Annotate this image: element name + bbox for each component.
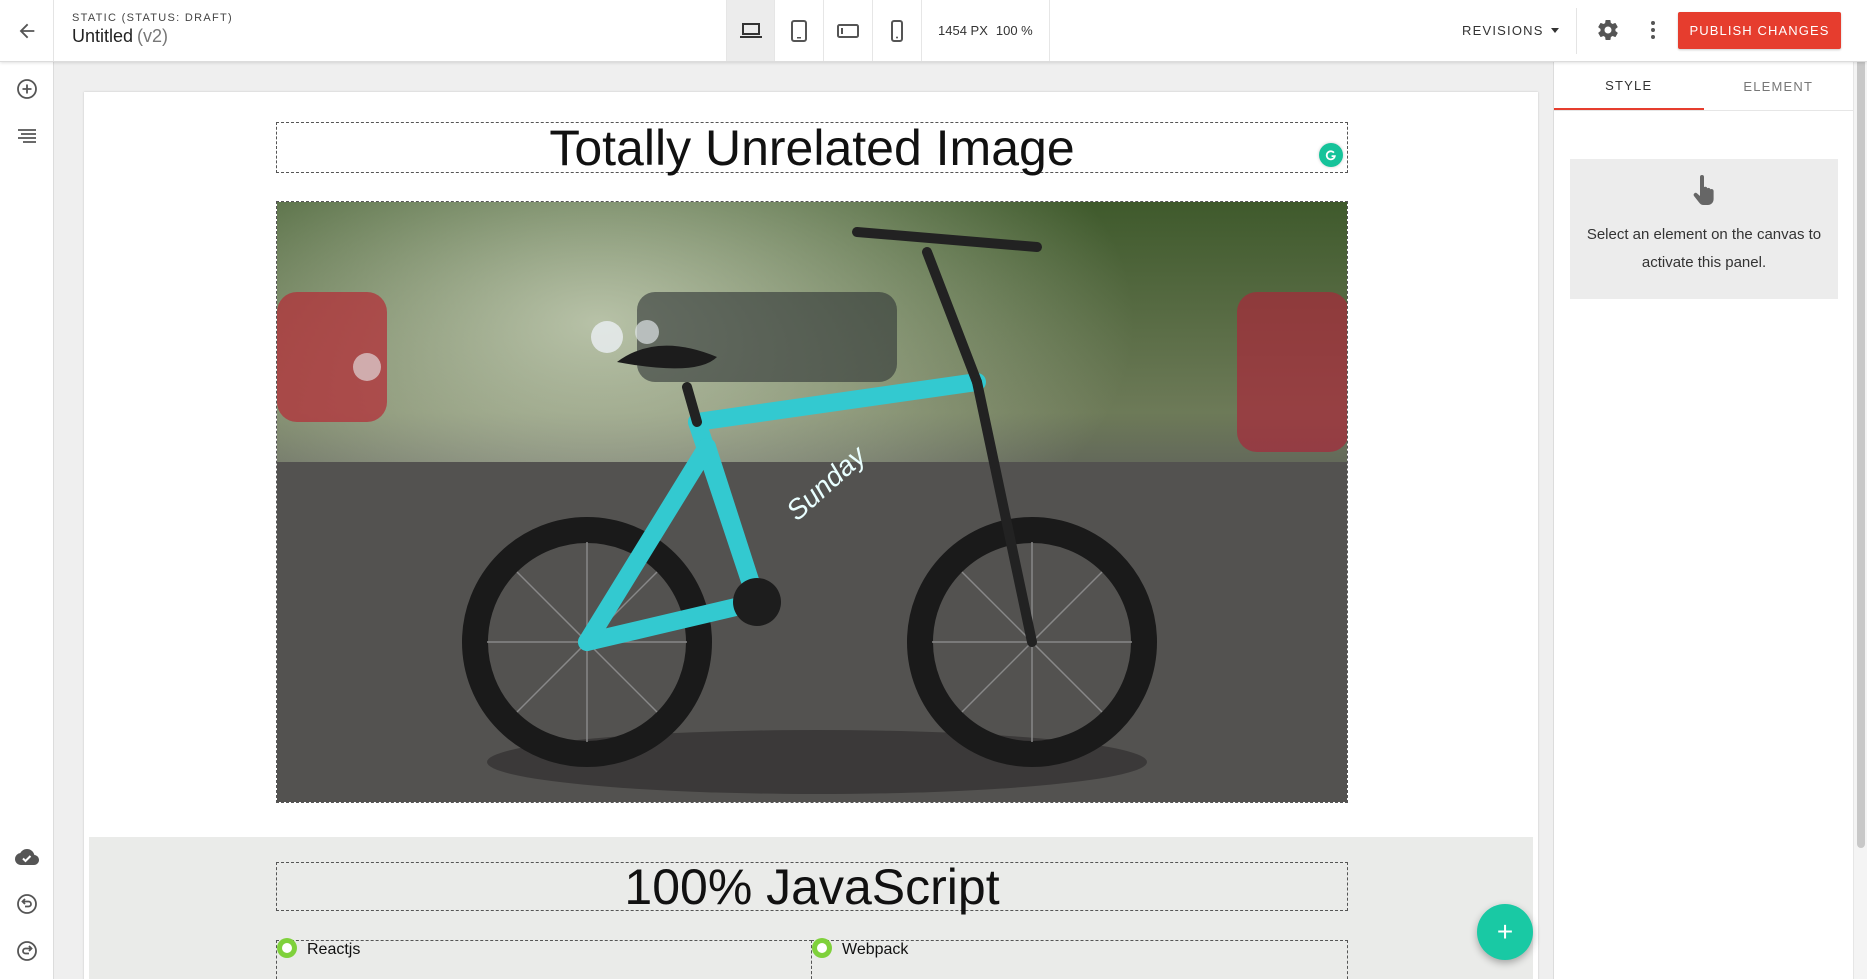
document-version: (v2) [137, 26, 169, 46]
undo-button[interactable] [12, 889, 42, 919]
zoom-level: 100 % [995, 23, 1033, 38]
tablet-icon [791, 19, 807, 42]
hand-pointer-icon [1693, 175, 1714, 205]
tab-element[interactable]: ELEMENT [1704, 62, 1854, 110]
list-block-left[interactable]: Reactjs [276, 938, 812, 979]
document-title-row: Untitled (v2) [72, 26, 233, 47]
empty-panel-message: Select an element on the canvas to activ… [1570, 159, 1838, 299]
layers-list-icon [18, 129, 36, 143]
panel-message-text: Select an element on the canvas to activ… [1586, 226, 1822, 271]
gear-icon [1598, 20, 1618, 41]
image-block[interactable]: Sunday [276, 201, 1348, 803]
add-block-fab[interactable]: + [1477, 904, 1533, 960]
feature-section[interactable]: 100% JavaScript Reactjs Webpack [89, 837, 1533, 979]
add-circle-icon [17, 79, 37, 99]
bullet-icon [277, 938, 297, 958]
list-item-label: Webpack [842, 941, 909, 958]
save-status-button[interactable] [12, 842, 42, 872]
revisions-dropdown[interactable]: REVISIONS [1462, 0, 1559, 61]
section-heading[interactable]: 100% JavaScript [624, 862, 999, 912]
redo-history-icon [17, 941, 37, 961]
tab-style[interactable]: STYLE [1554, 62, 1704, 110]
settings-button[interactable] [1590, 12, 1626, 48]
section-heading-block[interactable]: 100% JavaScript [276, 862, 1348, 912]
bike-photo: Sunday [277, 202, 1347, 802]
list-block-right[interactable]: Webpack [811, 938, 1348, 979]
device-desktop-button[interactable] [726, 0, 775, 61]
more-vertical-icon [1651, 21, 1655, 39]
device-phone-button[interactable] [873, 0, 922, 61]
page-scrollbar[interactable] [1853, 0, 1867, 979]
device-tablet-landscape-button[interactable] [824, 0, 873, 61]
list-item[interactable]: Webpack [812, 938, 909, 959]
layers-button[interactable] [12, 121, 42, 151]
bullet-icon [812, 938, 832, 958]
device-switcher: 1454 PX 100 % [726, 0, 1050, 61]
back-button[interactable] [0, 0, 54, 61]
cloud-saved-icon [15, 849, 39, 865]
page-heading[interactable]: Totally Unrelated Image [549, 123, 1074, 173]
topbar-divider [1576, 8, 1577, 54]
undo-history-icon [17, 894, 37, 914]
left-toolbar [0, 62, 54, 979]
document-info: STATIC (STATUS: DRAFT) Untitled (v2) [72, 12, 233, 47]
arrow-left-icon [19, 23, 34, 38]
add-element-button[interactable] [12, 74, 42, 104]
list-item[interactable]: Reactjs [277, 938, 361, 959]
page-preview[interactable]: Totally Unrelated Image Sunday 100% Java… [84, 92, 1538, 979]
document-status: STATIC (STATUS: DRAFT) [72, 12, 233, 24]
tablet-landscape-icon [837, 23, 859, 38]
revisions-label: REVISIONS [1462, 23, 1544, 38]
list-item-label: Reactjs [307, 941, 361, 958]
phone-icon [891, 19, 903, 42]
panel-tabs: STYLE ELEMENT [1554, 62, 1853, 111]
editor-canvas[interactable]: Totally Unrelated Image Sunday 100% Java… [54, 62, 1553, 979]
document-title: Untitled [72, 26, 134, 46]
scrollbar-thumb[interactable] [1857, 2, 1865, 848]
top-bar: STATIC (STATUS: DRAFT) Untitled (v2) 1454… [0, 0, 1867, 62]
grammarly-icon[interactable] [1319, 143, 1343, 167]
more-options-button[interactable] [1636, 12, 1670, 48]
publish-changes-button[interactable]: PUBLISH CHANGES [1678, 12, 1841, 49]
properties-panel: STYLE ELEMENT Select an element on the c… [1553, 62, 1853, 979]
device-tablet-button[interactable] [775, 0, 824, 61]
viewport-info: 1454 PX 100 % [922, 0, 1050, 61]
plus-icon: + [1496, 916, 1514, 947]
heading-block[interactable]: Totally Unrelated Image [276, 122, 1348, 173]
desktop-icon [739, 22, 762, 38]
viewport-width: 1454 PX [938, 23, 988, 38]
redo-button[interactable] [12, 936, 42, 966]
caret-down-icon [1550, 28, 1559, 33]
